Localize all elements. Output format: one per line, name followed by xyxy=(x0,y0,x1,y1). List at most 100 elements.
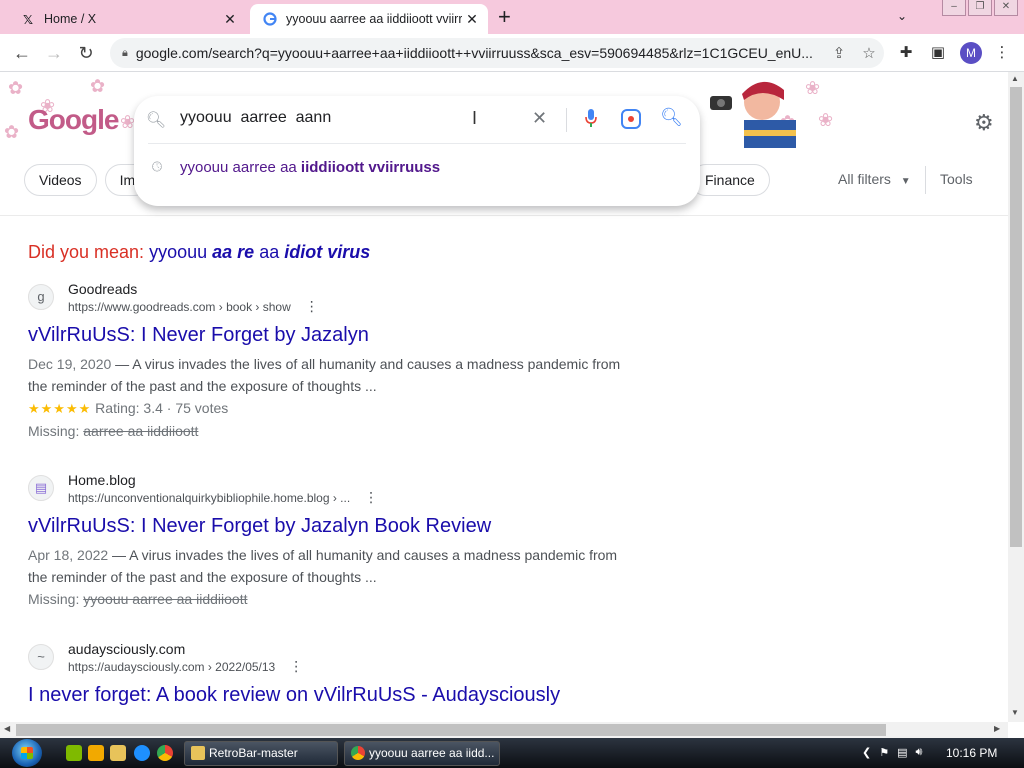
google-g-icon xyxy=(262,11,278,27)
result-site[interactable]: g Goodreads https://www.goodreads.com › … xyxy=(28,278,628,316)
caret-down-icon: ▼ xyxy=(900,176,911,187)
chip-videos[interactable]: Videos xyxy=(24,164,97,196)
result-rating: ★★★★★ Rating: 3.4 · 75 votes xyxy=(28,400,229,416)
back-arrow-icon[interactable]: ← xyxy=(10,41,34,65)
did-you-mean-link[interactable]: yyoouu aa re aa idiot virus xyxy=(149,242,370,262)
more-options-icon[interactable]: ⋮ xyxy=(305,298,319,314)
result-site[interactable]: ▤ Home.blog https://unconventionalquirky… xyxy=(28,469,628,507)
start-button[interactable] xyxy=(12,739,42,767)
search-result: ~ audaysciously.com https://audaysciousl… xyxy=(28,638,628,708)
profile-avatar[interactable]: M xyxy=(960,42,982,64)
suggestion-text: yyoouu aarree aa iiddiioott vviirruuss xyxy=(180,158,441,176)
bookmark-star-icon[interactable]: ☆ xyxy=(854,44,884,62)
close-icon[interactable]: ✕ xyxy=(462,11,482,28)
more-options-icon[interactable]: ⋮ xyxy=(289,658,303,674)
tab-title: yyoouu aarree aa iiddiioott vviirruuss xyxy=(286,12,462,26)
close-icon[interactable]: ✕ xyxy=(220,11,240,28)
search-filter-chips: Videos Im xyxy=(24,164,151,196)
audaysciously-favicon-icon: ~ xyxy=(28,644,54,670)
site-url: https://audaysciously.com › 2022/05/13 ⋮ xyxy=(68,657,304,674)
scroll-right-arrow-icon[interactable]: ▶ xyxy=(994,724,1000,733)
menu-kebab-icon[interactable]: ⋮ xyxy=(992,43,1012,63)
chip-finance[interactable]: Finance xyxy=(690,164,770,196)
divider xyxy=(566,108,567,132)
header-divider xyxy=(0,215,1008,216)
result-site[interactable]: ~ audaysciously.com https://audaysciousl… xyxy=(28,638,628,676)
goodreads-favicon-icon: g xyxy=(28,284,54,310)
browser-toolbar: ← → ↻ 🔒︎ google.com/search?q=yyoouu+aarr… xyxy=(0,34,1024,72)
tab-title: Home / X xyxy=(44,12,97,26)
logo-text: Google xyxy=(28,104,119,135)
vertical-scrollbar[interactable]: ▲ ▼ xyxy=(1008,72,1024,722)
chrome-icon xyxy=(351,746,365,760)
taskbar-chrome-button[interactable]: yyoouu aarree aa iidd... xyxy=(344,741,500,766)
history-clock-icon: 🕓︎ xyxy=(151,159,163,174)
clear-icon[interactable]: ✕ xyxy=(532,108,547,129)
result-missing-terms: Missing: aarree aa iiddiioott xyxy=(28,423,199,439)
did-you-mean: Did you mean: yyoouu aa re aa idiot viru… xyxy=(28,242,370,263)
tab-search-chevron-icon[interactable]: ⌄ xyxy=(897,9,907,23)
volume-icon[interactable]: 🔊︎ xyxy=(916,746,923,759)
result-snippet: Apr 18, 2022 — A virus invades the lives… xyxy=(28,547,618,585)
scroll-up-arrow-icon[interactable]: ▲ xyxy=(1011,74,1019,83)
quicklaunch-app-icon[interactable] xyxy=(66,745,82,761)
text-cursor-icon: I xyxy=(472,108,478,128)
address-url[interactable]: google.com/search?q=yyoouu+aarree+aa+iid… xyxy=(136,45,824,61)
search-input[interactable]: yyoouu aarree aann xyxy=(180,109,331,127)
reload-icon[interactable]: ↻ xyxy=(74,41,98,65)
tab-google-search[interactable]: yyoouu aarree aa iiddiioott vviirruuss ✕ xyxy=(250,4,488,34)
search-box-expanded: 🔍︎ yyoouu aarree aann I ✕ 🔍︎ 🕓︎ yyoouu a… xyxy=(134,96,700,206)
extensions-puzzle-icon[interactable]: ✚ xyxy=(896,43,916,63)
close-window-button[interactable]: ✕ xyxy=(994,0,1018,16)
flag-icon[interactable]: ⚑ xyxy=(879,746,889,759)
scrollbar-thumb[interactable] xyxy=(16,724,886,736)
did-you-mean-label: Did you mean: xyxy=(28,242,145,262)
site-name: audaysciously.com xyxy=(68,640,186,657)
microphone-icon[interactable] xyxy=(584,108,598,128)
ie-icon[interactable] xyxy=(134,745,150,761)
doodle-figure-icon[interactable] xyxy=(706,72,802,148)
taskbar-retrobar-button[interactable]: RetroBar-master xyxy=(184,741,338,766)
folder-icon xyxy=(191,746,205,760)
result-title-link[interactable]: vVilrRuUsS: I Never Forget by Jazalyn xyxy=(28,322,628,348)
rating-stars-icon: ★★★★★ xyxy=(28,401,92,416)
tab-home-x[interactable]: 𝕏 Home / X ✕ xyxy=(8,4,246,34)
forward-arrow-icon[interactable]: → xyxy=(42,41,66,65)
taskbar-clock[interactable]: 10:16 PM xyxy=(946,746,997,760)
google-results-page: ✿ ❀ ✿ ❀ ✿ ❀ ✿ ❀ Google ⚙ Videos Im Finan… xyxy=(0,72,1008,722)
settings-gear-icon[interactable]: ⚙ xyxy=(974,110,994,136)
result-title-link[interactable]: vVilrRuUsS: I Never Forget by Jazalyn Bo… xyxy=(28,513,628,539)
suggestion-item[interactable]: 🕓︎ yyoouu aarree aa iiddiioott vviirruus… xyxy=(134,152,700,182)
result-title-link[interactable]: I never forget: A book review on vVilrRu… xyxy=(28,682,628,708)
google-lens-icon[interactable] xyxy=(621,109,641,129)
share-icon[interactable]: ⇪ xyxy=(824,44,854,62)
search-submit-icon[interactable]: 🔍︎ xyxy=(660,107,683,128)
site-name: Goodreads xyxy=(68,280,138,297)
tools-button[interactable]: Tools xyxy=(940,171,973,187)
new-tab-button[interactable]: + xyxy=(498,6,511,28)
result-snippet: Dec 19, 2020 — A virus invades the lives… xyxy=(28,356,621,394)
homeblog-favicon-icon: ▤ xyxy=(28,475,54,501)
scrollbar-thumb[interactable] xyxy=(1010,87,1022,547)
minimize-button[interactable]: – xyxy=(942,0,966,16)
folder-icon[interactable] xyxy=(110,745,126,761)
scroll-left-arrow-icon[interactable]: ◀ xyxy=(4,724,10,733)
address-bar[interactable]: 🔒︎ google.com/search?q=yyoouu+aarree+aa+… xyxy=(110,38,884,68)
restore-button[interactable]: ❐ xyxy=(968,0,992,16)
media-player-icon[interactable] xyxy=(88,745,104,761)
google-doodle-logo[interactable]: Google xyxy=(28,104,119,136)
more-options-icon[interactable]: ⋮ xyxy=(364,489,378,505)
system-tray: ❮ ⚑ ▤ 🔊︎ xyxy=(862,746,922,759)
search-icon: 🔍︎ xyxy=(145,112,167,129)
all-filters-button[interactable]: All filters ▼ xyxy=(838,171,911,187)
search-result: g Goodreads https://www.goodreads.com › … xyxy=(28,278,628,442)
scroll-down-arrow-icon[interactable]: ▼ xyxy=(1011,708,1019,717)
side-panel-icon[interactable]: ▣ xyxy=(928,43,948,63)
network-icon[interactable]: ▤ xyxy=(897,746,907,759)
horizontal-scrollbar[interactable]: ◀ ▶ xyxy=(0,722,1008,738)
window-controls: – ❐ ✕ xyxy=(942,0,1018,16)
tray-expand-icon[interactable]: ❮ xyxy=(862,746,871,759)
taskbar-label: RetroBar-master xyxy=(209,746,298,760)
chrome-icon[interactable] xyxy=(157,745,173,761)
lock-icon[interactable]: 🔒︎ xyxy=(122,47,128,60)
